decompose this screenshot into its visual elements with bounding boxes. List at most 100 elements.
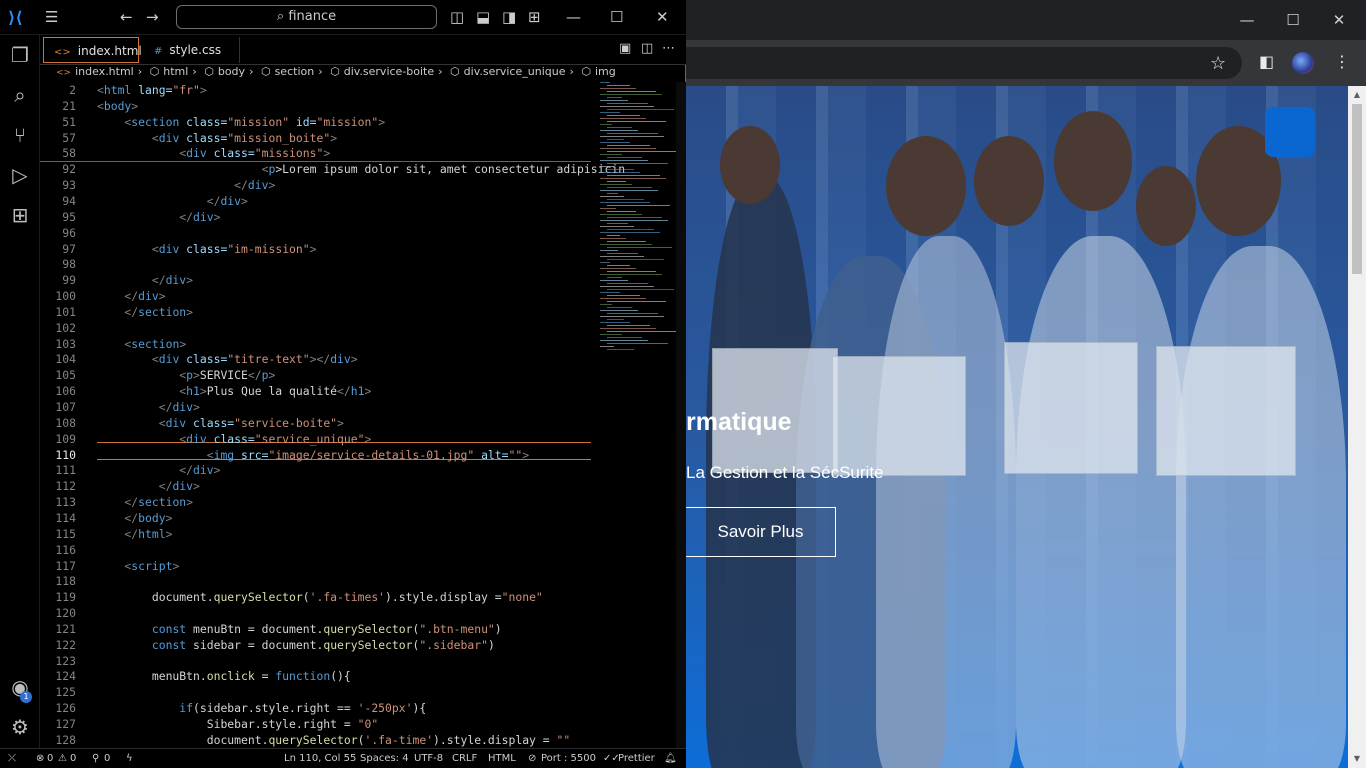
extensions-icon[interactable]: ⊞ (8, 203, 32, 227)
settings-gear-icon[interactable]: ⚙ (8, 715, 32, 739)
code-line[interactable]: <div class="service-boite"> (97, 415, 344, 431)
code-line[interactable]: <div class="titre-text"></div> (97, 351, 358, 367)
close-icon[interactable]: ✕ (656, 8, 669, 26)
minimap-line (607, 223, 628, 224)
prettier-status[interactable]: Prettier (618, 753, 655, 764)
code-line[interactable]: Sibebar.style.right = "0" (97, 716, 378, 732)
encoding[interactable]: UTF-8 (414, 753, 443, 764)
code-line[interactable]: </div> (97, 478, 200, 494)
code-line[interactable]: </div> (97, 209, 220, 225)
bookmark-star-icon[interactable]: ☆ (1210, 53, 1226, 74)
scrollbar-thumb[interactable] (1352, 104, 1362, 274)
minimap[interactable] (598, 82, 676, 362)
code-line[interactable]: document.querySelector('.fa-times').styl… (97, 589, 543, 605)
source-control-icon[interactable]: ⑂ (8, 123, 32, 147)
search-icon[interactable]: ⌕ (8, 83, 32, 107)
forward-arrow-icon[interactable]: → (146, 8, 159, 26)
side-panel-icon[interactable]: ◧ (1259, 52, 1274, 71)
savoir-plus-button[interactable]: Savoir Plus (686, 507, 836, 557)
code-line[interactable]: </body> (97, 510, 172, 526)
page-scrollbar[interactable]: ▲ ▼ (1348, 86, 1366, 768)
close-icon[interactable]: ✕ (1324, 8, 1354, 32)
code-line[interactable]: </div> (97, 399, 200, 415)
remote-icon[interactable]: ⤫ (8, 753, 16, 764)
tab-index-html[interactable]: <> index.html (43, 37, 142, 63)
minimap-line (600, 286, 654, 287)
save-icon[interactable]: ▣ (619, 41, 631, 56)
notifications-bell-icon[interactable]: 🔔︎ (664, 753, 677, 764)
code-line[interactable]: <img src="image/service-details-01.jpg" … (97, 447, 529, 463)
ports-icon[interactable]: ⚲ (92, 753, 99, 764)
more-actions-icon[interactable]: ⋯ (662, 41, 675, 56)
run-debug-icon[interactable]: ▷ (8, 163, 32, 187)
minimize-icon[interactable]: — (566, 8, 581, 26)
code-line[interactable]: </div> (97, 462, 220, 478)
code-line[interactable]: document.querySelector('.fa-time').style… (97, 732, 571, 748)
breadcrumb-item[interactable]: img (595, 65, 616, 78)
toggle-primary-sidebar-icon[interactable]: ◫ (450, 8, 464, 26)
code-line[interactable]: </div> (97, 272, 193, 288)
menu-button[interactable] (1265, 107, 1315, 157)
code-line[interactable]: </div> (97, 193, 248, 209)
code-line[interactable]: const sidebar = document.querySelector("… (97, 637, 495, 653)
line-number: 105 (55, 368, 76, 382)
code-line[interactable]: if(sidebar.style.right == '-250px'){ (97, 700, 426, 716)
code-line[interactable]: <p>Lorem ipsum dolor sit, amet consectet… (97, 161, 625, 177)
minimize-icon[interactable]: — (1232, 8, 1262, 32)
profile-avatar[interactable] (1292, 52, 1314, 74)
maximize-icon[interactable]: ☐ (610, 8, 623, 26)
code-line[interactable]: <section> (97, 336, 186, 352)
minimap-line (600, 346, 614, 347)
scroll-down-icon[interactable]: ▼ (1348, 752, 1366, 766)
code-line[interactable]: <script> (97, 558, 179, 574)
tab-style-css[interactable]: # style.css (144, 37, 240, 63)
code-line[interactable]: </div> (97, 288, 165, 304)
code-line[interactable]: <body> (97, 98, 138, 114)
toggle-secondary-sidebar-icon[interactable]: ◨ (502, 8, 516, 26)
code-line[interactable]: <section class="mission" id="mission"> (97, 114, 385, 130)
live-server-port[interactable]: Port : 5500 (541, 753, 596, 764)
customize-layout-icon[interactable]: ⊞ (528, 8, 541, 26)
minimap-line (607, 193, 618, 194)
command-search-input[interactable]: ⌕ finance (176, 5, 437, 29)
code-line[interactable]: menuBtn.onclick = function(){ (97, 668, 351, 684)
address-bar[interactable]: ☆ (686, 47, 1242, 79)
code-line[interactable]: </section> (97, 304, 193, 320)
minimap-line (600, 256, 644, 257)
minimap-line (600, 208, 616, 209)
code-line[interactable]: <p>SERVICE</p> (97, 367, 275, 383)
back-arrow-icon[interactable]: ← (120, 8, 133, 26)
breadcrumb-item[interactable]: body (218, 65, 245, 78)
code-line[interactable]: <html lang="fr"> (97, 82, 207, 98)
language-mode[interactable]: HTML (488, 753, 516, 764)
code-line[interactable]: <div class="service_unique"> (97, 431, 371, 447)
code-line[interactable]: <div class="missions"> (97, 145, 330, 161)
breadcrumb-item[interactable]: div.service_unique (464, 65, 566, 78)
minimap-line (607, 289, 674, 290)
editor-scrollbar[interactable] (676, 82, 686, 748)
code-line[interactable]: <h1>Plus Que la qualité</h1> (97, 383, 371, 399)
code-line[interactable]: </div> (97, 177, 275, 193)
warning-icon[interactable]: ⚠ (58, 753, 67, 764)
code-line[interactable]: <div class="im-mission"> (97, 241, 317, 257)
more-menu-icon[interactable]: ⋮ (1334, 52, 1350, 71)
code-line[interactable]: </section> (97, 494, 193, 510)
explorer-icon[interactable]: ❐ (8, 43, 32, 67)
error-icon[interactable]: ⊗ (36, 753, 44, 764)
maximize-icon[interactable]: ☐ (1278, 8, 1308, 32)
breadcrumb-item[interactable]: section (275, 65, 315, 78)
breadcrumb-item[interactable]: div.service-boite (344, 65, 434, 78)
split-editor-icon[interactable]: ◫ (641, 41, 653, 56)
hamburger-menu-icon[interactable]: ☰ (45, 8, 58, 26)
code-line[interactable]: const menuBtn = document.querySelector("… (97, 621, 502, 637)
code-line[interactable]: </html> (97, 526, 172, 542)
lightning-icon[interactable]: ϟ (126, 753, 133, 764)
indentation[interactable]: Spaces: 4 (360, 753, 409, 764)
breadcrumb-item[interactable]: index.html (75, 65, 134, 78)
breadcrumb-item[interactable]: html (163, 65, 188, 78)
code-line[interactable]: <div class="mission_boite"> (97, 130, 337, 146)
cursor-position[interactable]: Ln 110, Col 55 (284, 753, 356, 764)
line-ending[interactable]: CRLF (452, 753, 477, 764)
toggle-panel-icon[interactable]: ⬓ (476, 8, 490, 26)
scroll-up-icon[interactable]: ▲ (1348, 88, 1366, 102)
